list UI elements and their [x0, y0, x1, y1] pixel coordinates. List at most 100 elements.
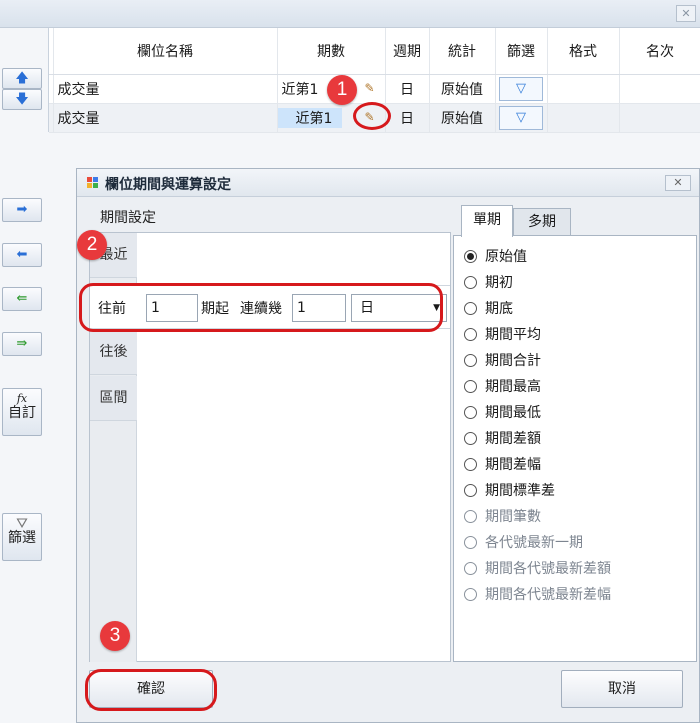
dialog-app-icon: [87, 177, 99, 189]
stat-option-label: 期間各代號最新差額: [485, 561, 611, 577]
period-settings-caption: 期間設定: [100, 210, 156, 226]
filter-label: 篩選: [8, 530, 36, 546]
stat-option-label: 各代號最新一期: [485, 535, 583, 551]
stat-option[interactable]: 期間最高: [464, 376, 541, 398]
stat-options-box: 原始值 期初 期底 期間平均 期間合計 期間最高 期間最低 期間差額 期間差幅 …: [453, 235, 697, 662]
radio-icon: [464, 276, 477, 289]
step-badge-3: 3: [100, 621, 130, 651]
dialog-close-button[interactable]: ✕: [665, 175, 691, 191]
stat-option[interactable]: 期間平均: [464, 324, 541, 346]
stat-option[interactable]: 期初: [464, 272, 513, 294]
grid-header-stat[interactable]: 統計: [429, 28, 496, 75]
rank-cell[interactable]: [619, 74, 700, 104]
tab-single-period[interactable]: 單期: [461, 205, 513, 237]
stat-cell[interactable]: 原始值: [429, 103, 496, 133]
radio-icon: [464, 354, 477, 367]
move-up-button[interactable]: 🡅: [2, 68, 42, 89]
format-cell[interactable]: [547, 103, 620, 133]
stat-option-label: 期間差幅: [485, 457, 541, 473]
stat-option[interactable]: 期間筆數: [464, 506, 541, 528]
vtab-back[interactable]: 往後: [90, 330, 137, 375]
radio-icon: [464, 510, 477, 523]
field-name-cell[interactable]: 成交量: [53, 74, 278, 104]
radio-icon: [464, 588, 477, 601]
radio-icon: [464, 380, 477, 393]
radio-icon: [464, 432, 477, 445]
stat-option-label: 期間差額: [485, 431, 541, 447]
add-field-button[interactable]: ➡: [2, 198, 42, 222]
table-row[interactable]: 成交量 近第1 ✎ 日 原始值 ▽: [49, 74, 700, 104]
highlight-confirm-button: [85, 669, 217, 711]
double-arrow-left-icon: ⇚: [16, 291, 28, 306]
stat-option[interactable]: 原始值: [464, 246, 527, 268]
funnel-icon[interactable]: ▽: [499, 105, 543, 130]
stat-option[interactable]: 期底: [464, 298, 513, 320]
stat-option[interactable]: 期間差幅: [464, 454, 541, 476]
filter-cell[interactable]: ▽: [495, 74, 548, 104]
stat-option[interactable]: 期間各代號最新差幅: [464, 584, 611, 606]
stat-option-label: 期初: [485, 275, 513, 291]
cycle-cell[interactable]: 日: [385, 103, 430, 133]
cycle-cell[interactable]: 日: [385, 74, 430, 104]
grid-header-rank[interactable]: 名次: [619, 28, 700, 75]
field-name-cell[interactable]: 成交量: [53, 103, 278, 133]
stat-option[interactable]: 期間最低: [464, 402, 541, 424]
grid-header-field-name[interactable]: 欄位名稱: [53, 28, 278, 75]
edit-pencil-icon[interactable]: ✎: [365, 81, 381, 95]
highlight-front-row: [79, 283, 443, 332]
grid-header-format[interactable]: 格式: [547, 28, 620, 75]
radio-icon: [464, 536, 477, 549]
arrow-left-icon: ⬅: [16, 247, 28, 262]
arrow-up-icon: 🡅: [15, 71, 29, 86]
stat-option[interactable]: 各代號最新一期: [464, 532, 583, 554]
rank-cell[interactable]: [619, 103, 700, 133]
grid-header-cycle[interactable]: 週期: [385, 28, 430, 75]
stat-option-label: 期間最高: [485, 379, 541, 395]
dialog-title: 欄位期間與運算設定: [105, 177, 231, 193]
vtab-range[interactable]: 區間: [90, 376, 137, 421]
radio-icon: [464, 328, 477, 341]
step-badge-2: 2: [77, 230, 107, 260]
double-arrow-right-icon: ⇛: [16, 336, 28, 351]
stat-option-label: 期間最低: [485, 405, 541, 421]
period-value: 近第1: [277, 107, 343, 128]
stat-option-label: 期間各代號最新差幅: [485, 587, 611, 603]
remove-field-button[interactable]: ⬅: [2, 243, 42, 267]
stat-option-label: 期底: [485, 301, 513, 317]
radio-icon: [464, 406, 477, 419]
custom-label: 自訂: [8, 405, 36, 421]
grid-header-row: 欄位名稱 期數 週期 統計 篩選 格式 名次: [49, 28, 700, 75]
stat-option-label: 原始值: [485, 249, 527, 265]
stat-option[interactable]: 期間合計: [464, 350, 541, 372]
step-badge-1: 1: [327, 75, 357, 105]
filter-cell[interactable]: ▽: [495, 103, 548, 133]
move-down-button[interactable]: 🡇: [2, 89, 42, 110]
grid-header-period[interactable]: 期數: [277, 28, 386, 75]
stat-option-label: 期間平均: [485, 327, 541, 343]
format-cell[interactable]: [547, 74, 620, 104]
add-all-button[interactable]: ⇛: [2, 332, 42, 356]
period-value: 近第1: [281, 81, 319, 98]
cancel-button[interactable]: 取消: [561, 670, 683, 708]
stat-option[interactable]: 期間各代號最新差額: [464, 558, 611, 580]
stat-panel: 單期 多期 原始值 期初 期底 期間平均 期間合計 期間最高 期間最低 期間差額…: [453, 201, 697, 662]
funnel-icon[interactable]: ▽: [499, 76, 543, 101]
radio-icon: [464, 302, 477, 315]
filter-button[interactable]: ⛛ 篩選: [2, 513, 42, 561]
highlight-pencil-ring: [353, 102, 391, 130]
stat-option[interactable]: 期間標準差: [464, 480, 555, 502]
radio-icon: [464, 250, 477, 263]
stat-option-label: 期間合計: [485, 353, 541, 369]
dialog-title-bar: 欄位期間與運算設定 ✕: [77, 169, 699, 197]
stat-cell[interactable]: 原始值: [429, 74, 496, 104]
window-close-button[interactable]: ✕: [676, 5, 696, 22]
custom-button[interactable]: fx 自訂: [2, 388, 42, 436]
stat-option-label: 期間標準差: [485, 483, 555, 499]
stat-option[interactable]: 期間差額: [464, 428, 541, 450]
grid-header-filter[interactable]: 篩選: [495, 28, 548, 75]
radio-icon: [464, 484, 477, 497]
arrow-right-icon: ➡: [16, 202, 28, 217]
remove-all-button[interactable]: ⇚: [2, 287, 42, 311]
tab-multi-period[interactable]: 多期: [513, 208, 571, 236]
radio-icon: [464, 458, 477, 471]
